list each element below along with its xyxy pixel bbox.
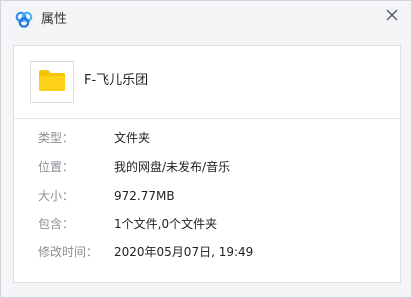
- property-label: 修改时间：: [38, 245, 99, 259]
- window-title: 属性: [41, 12, 68, 27]
- baidu-netdisk-cloud-icon: [14, 11, 34, 29]
- folder-icon: [38, 69, 66, 96]
- file-header: F-飞儿乐团: [14, 46, 400, 119]
- title-bar[interactable]: 属性: [1, 1, 411, 39]
- property-value: 972.77MB: [114, 189, 175, 203]
- property-value: 文件夹: [114, 131, 151, 145]
- file-name: F-飞儿乐团: [84, 73, 149, 88]
- property-label: 包含：: [38, 217, 75, 231]
- property-row-contains: 包含： 1个文件,0个文件夹: [14, 214, 400, 234]
- close-icon: [386, 6, 398, 25]
- property-value: 1个文件,0个文件夹: [114, 217, 218, 231]
- close-button[interactable]: [381, 4, 403, 26]
- properties-panel: F-飞儿乐团 类型： 文件夹 位置： 我的网盘/未发布/音乐 大小： 972.7…: [13, 45, 401, 283]
- property-value: 2020年05月07日, 19:49: [114, 245, 254, 259]
- file-thumbnail: [30, 61, 74, 103]
- property-row-size: 大小： 972.77MB: [14, 186, 400, 206]
- property-label: 大小：: [38, 189, 75, 203]
- property-label: 位置：: [38, 160, 75, 174]
- property-row-type: 类型： 文件夹: [14, 128, 400, 148]
- property-value: 我的网盘/未发布/音乐: [114, 160, 231, 174]
- property-row-location: 位置： 我的网盘/未发布/音乐: [14, 157, 400, 177]
- properties-dialog: 属性 F-飞儿乐团 类型： 文件夹 位置： 我的网盘/未发布/音乐 大小： 97…: [0, 0, 412, 298]
- property-row-modified: 修改时间： 2020年05月07日, 19:49: [14, 242, 400, 262]
- property-label: 类型：: [38, 131, 75, 145]
